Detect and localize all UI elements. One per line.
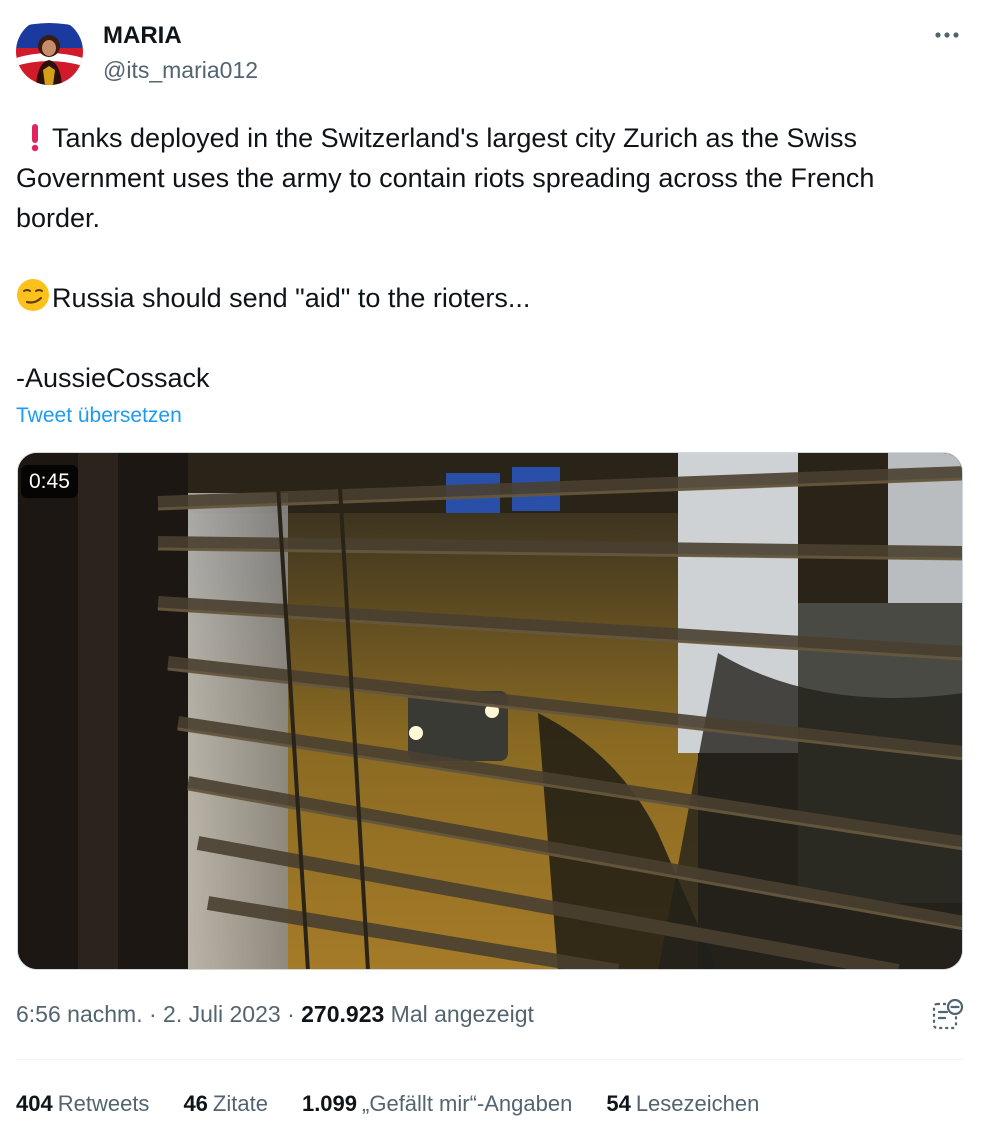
tweet-line: Tanks deployed in the Switzerland's larg…	[16, 118, 976, 158]
likes-stat[interactable]: 1.099 „Gefällt mir“-Angaben	[302, 1091, 572, 1117]
tweet-time[interactable]: 6:56 nachm.	[16, 1001, 143, 1027]
meta-separator: ·	[280, 1001, 302, 1027]
avatar-image	[16, 18, 83, 85]
view-label: Mal angezeigt	[384, 1001, 534, 1027]
author-handle[interactable]: @its_maria012	[103, 57, 258, 84]
tweet-text: Tanks deployed in the Switzerland's larg…	[16, 118, 976, 398]
meta-separator: ·	[142, 1001, 164, 1027]
tweet-signature: -AussieCossack	[16, 363, 210, 393]
exclamation-icon	[16, 122, 50, 163]
tweet-line-1: Tanks deployed in the Switzerland's larg…	[52, 123, 858, 153]
avatar[interactable]	[16, 18, 83, 85]
divider	[16, 1059, 964, 1060]
retweets-stat[interactable]: 404 Retweets	[16, 1091, 149, 1117]
tweet-line: Russia should send "aid" to the rioters.…	[16, 278, 976, 318]
video-player[interactable]	[17, 452, 963, 970]
tweet-line-4: Russia should send "aid" to the rioters.…	[52, 283, 531, 313]
analytics-icon[interactable]	[930, 998, 964, 1032]
author-display-name[interactable]: MARIA	[103, 22, 182, 50]
more-icon[interactable]	[932, 22, 962, 48]
tweet-date[interactable]: 2. Juli 2023	[163, 1001, 281, 1027]
view-count: 270.923	[301, 1001, 385, 1027]
smirk-emoji-icon	[16, 278, 50, 323]
translate-link[interactable]: Tweet übersetzen	[16, 404, 182, 428]
tweet-meta: 6:56 nachm. · 2. Juli 2023 · 270.923 Mal…	[16, 1001, 534, 1028]
quotes-stat[interactable]: 46 Zitate	[183, 1091, 268, 1117]
video-thumbnail	[18, 453, 962, 969]
tweet-line-3: border.	[16, 203, 101, 233]
tweet-line-2: Government uses the army to contain riot…	[16, 163, 875, 193]
bookmarks-stat[interactable]: 54 Lesezeichen	[606, 1091, 759, 1117]
engagement-stats: 404 Retweets 46 Zitate 1.099 „Gefällt mir“-…	[16, 1091, 793, 1117]
video-duration: 0:45	[21, 465, 78, 498]
